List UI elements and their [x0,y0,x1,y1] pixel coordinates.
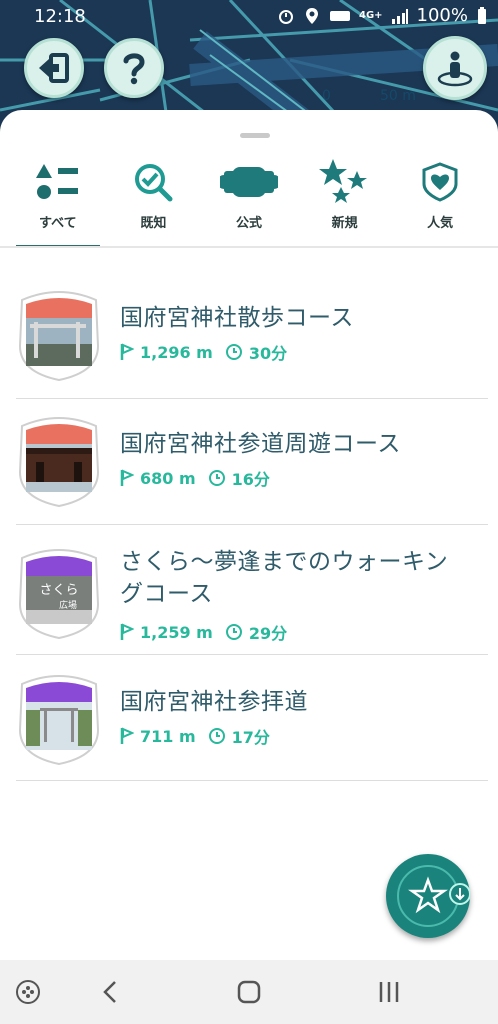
all-list-icon [35,164,78,199]
status-bar: 12:18 4G+ 100% [0,0,498,34]
back-chevron-icon [103,981,116,1003]
tab-known-label: 既知 [140,216,167,231]
star-download-icon [397,865,470,927]
route-duration: 30分 [248,344,288,363]
volte-icon [329,10,350,21]
flag-icon [120,727,134,744]
recents-icon [379,982,399,1002]
route-badge-photo: さくら 広場 [18,549,100,640]
recents-button[interactable] [368,960,410,1024]
help-icon [123,53,145,85]
clock-icon [225,344,242,360]
tab-official[interactable]: 公式 [201,156,297,248]
favorites-download-button[interactable] [386,854,470,938]
network-label: 4G+ [358,10,383,21]
gamepad-icon [16,980,40,1004]
map-scale-label: 50 m [380,88,416,104]
popular-heart-icon [422,162,458,202]
route-meta: 1,259 m 29分 [120,620,287,644]
tab-popular[interactable]: 人気 [392,156,488,248]
clock-icon [208,470,225,486]
route-title: 国府宮神社参拝道 [120,689,308,715]
route-meta: 1,296 m 30分 [120,340,287,364]
route-item[interactable]: 国府宮神社参拝道 711 m 17分 [16,670,488,781]
clock-icon [225,624,242,640]
badge-sign-text: さくら [39,583,78,598]
route-duration: 17分 [231,728,270,747]
route-meta: 680 m 16分 [120,466,270,490]
official-banner-icon [219,167,278,197]
game-launcher-button[interactable] [8,960,48,1024]
flag-icon [120,343,134,360]
route-distance: 680 m [140,468,196,488]
route-badge-photo [18,291,100,382]
tab-new-label: 新規 [331,216,358,231]
route-title: さくら〜夢逢までのウォーキン グコース [120,546,448,610]
avatar-button[interactable] [423,36,487,100]
badge-sign-subtext: 広場 [59,599,77,611]
route-item[interactable]: 国府宮神社散歩コース 1,296 m 30分 [16,286,488,399]
location-icon [305,7,318,24]
route-distance: 1,296 m [140,342,213,362]
flag-icon [120,469,134,486]
sheet-drag-handle[interactable] [240,133,270,138]
route-title: 国府宮神社参道周遊コース [120,431,401,457]
route-list-sheet: すべて 既知 公式 新規 人気 国府宮神社散歩コース 1,296 m 30分 国… [0,110,498,960]
map-scale-zero: 0 [322,88,331,104]
route-distance: 1,259 m [140,622,213,642]
clock-icon [208,728,225,744]
route-divider [16,654,488,655]
tab-all[interactable]: すべて [10,156,106,248]
tab-official-label: 公式 [235,216,262,231]
route-item[interactable]: さくら 広場 さくら〜夢逢までのウォーキン グコース 1,259 m 29分 [16,538,488,668]
new-stars-icon [318,159,367,203]
route-divider [16,780,488,781]
status-time: 12:18 [34,6,86,27]
route-title-line1: さくら〜夢逢までのウォーキン [120,549,449,575]
route-duration: 29分 [248,624,288,643]
route-badge-photo [18,675,100,766]
home-button[interactable] [228,960,270,1024]
exit-button[interactable] [24,38,84,98]
filter-tabs: すべて 既知 公式 新規 人気 [10,156,488,248]
exit-icon [39,53,69,83]
flag-icon [120,623,134,640]
help-button[interactable] [104,38,164,98]
battery-percent: 100% [416,5,468,26]
route-divider [16,524,488,525]
tab-new[interactable]: 新規 [297,156,393,248]
route-duration: 16分 [231,470,270,489]
route-meta: 711 m 17分 [120,724,270,748]
route-badge-photo [18,417,100,508]
search-check-icon [135,164,173,202]
avatar-location-icon [437,51,473,87]
tab-known[interactable]: 既知 [106,156,202,248]
signal-icon [391,8,408,24]
system-nav-bar [0,960,498,1024]
home-icon [237,980,261,1004]
route-title: 国府宮神社散歩コース [120,305,354,331]
tab-all-label: すべて [39,216,77,231]
route-distance: 711 m [140,726,196,746]
route-item[interactable]: 国府宮神社参道周遊コース 680 m 16分 [16,412,488,525]
tab-popular-label: 人気 [427,216,454,231]
route-title-line2: グコース [120,581,213,607]
route-divider [16,398,488,399]
tabs-divider [0,246,498,248]
battery-icon [478,6,486,24]
alarm-icon [278,9,293,24]
back-button[interactable] [90,960,130,1024]
